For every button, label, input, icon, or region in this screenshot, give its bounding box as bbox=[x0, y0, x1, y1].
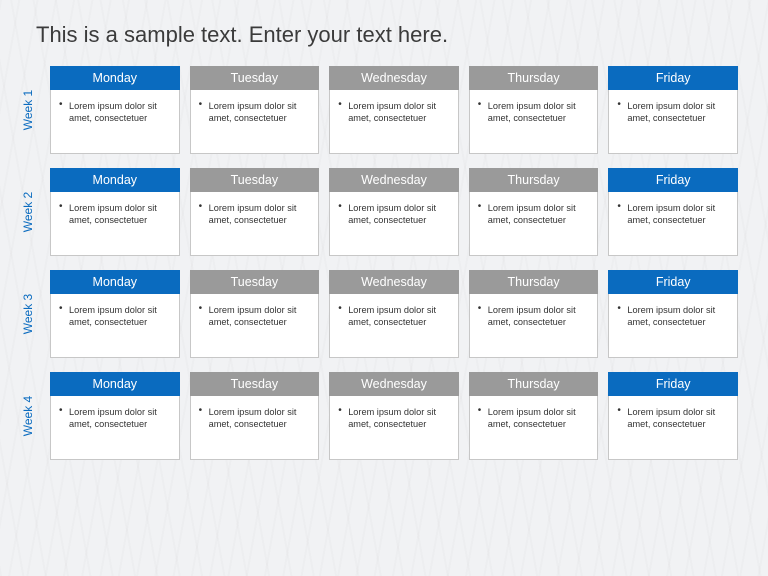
week3-wednesday: Wednesday Lorem ipsum dolor sit amet, co… bbox=[329, 270, 459, 358]
day-text: Lorem ipsum dolor sit amet, consectetuer bbox=[209, 406, 311, 431]
week-row-2: Week 2 Monday Lorem ipsum dolor sit amet… bbox=[50, 168, 738, 256]
day-body: Lorem ipsum dolor sit amet, consectetuer bbox=[329, 396, 459, 460]
day-header: Wednesday bbox=[329, 372, 459, 396]
day-text: Lorem ipsum dolor sit amet, consectetuer bbox=[627, 202, 729, 227]
day-body: Lorem ipsum dolor sit amet, consectetuer bbox=[608, 90, 738, 154]
day-header: Friday bbox=[608, 66, 738, 90]
day-text: Lorem ipsum dolor sit amet, consectetuer bbox=[69, 202, 171, 227]
day-body: Lorem ipsum dolor sit amet, consectetuer bbox=[50, 192, 180, 256]
day-text: Lorem ipsum dolor sit amet, consectetuer bbox=[348, 304, 450, 329]
day-body: Lorem ipsum dolor sit amet, consectetuer bbox=[329, 294, 459, 358]
week3-monday: Monday Lorem ipsum dolor sit amet, conse… bbox=[50, 270, 180, 358]
week2-tuesday: Tuesday Lorem ipsum dolor sit amet, cons… bbox=[190, 168, 320, 256]
day-text: Lorem ipsum dolor sit amet, consectetuer bbox=[348, 202, 450, 227]
day-text: Lorem ipsum dolor sit amet, consectetuer bbox=[488, 202, 590, 227]
day-header: Tuesday bbox=[190, 270, 320, 294]
day-text: Lorem ipsum dolor sit amet, consectetuer bbox=[627, 100, 729, 125]
day-text: Lorem ipsum dolor sit amet, consectetuer bbox=[69, 100, 171, 125]
day-body: Lorem ipsum dolor sit amet, consectetuer bbox=[608, 396, 738, 460]
day-body: Lorem ipsum dolor sit amet, consectetuer bbox=[329, 90, 459, 154]
week2-thursday: Thursday Lorem ipsum dolor sit amet, con… bbox=[469, 168, 599, 256]
week3-thursday: Thursday Lorem ipsum dolor sit amet, con… bbox=[469, 270, 599, 358]
slide-page: This is a sample text. Enter your text h… bbox=[0, 0, 768, 576]
day-text: Lorem ipsum dolor sit amet, consectetuer bbox=[69, 406, 171, 431]
day-header: Thursday bbox=[469, 372, 599, 396]
day-header: Wednesday bbox=[329, 66, 459, 90]
day-text: Lorem ipsum dolor sit amet, consectetuer bbox=[627, 406, 729, 431]
week1-wednesday: Wednesday Lorem ipsum dolor sit amet, co… bbox=[329, 66, 459, 154]
day-body: Lorem ipsum dolor sit amet, consectetuer bbox=[608, 192, 738, 256]
day-header: Tuesday bbox=[190, 372, 320, 396]
day-header: Monday bbox=[50, 270, 180, 294]
day-header: Monday bbox=[50, 372, 180, 396]
day-header: Tuesday bbox=[190, 168, 320, 192]
week3-friday: Friday Lorem ipsum dolor sit amet, conse… bbox=[608, 270, 738, 358]
day-text: Lorem ipsum dolor sit amet, consectetuer bbox=[209, 100, 311, 125]
day-text: Lorem ipsum dolor sit amet, consectetuer bbox=[627, 304, 729, 329]
day-header: Tuesday bbox=[190, 66, 320, 90]
week-row-3: Week 3 Monday Lorem ipsum dolor sit amet… bbox=[50, 270, 738, 358]
day-header: Friday bbox=[608, 168, 738, 192]
week4-wednesday: Wednesday Lorem ipsum dolor sit amet, co… bbox=[329, 372, 459, 460]
week2-friday: Friday Lorem ipsum dolor sit amet, conse… bbox=[608, 168, 738, 256]
day-text: Lorem ipsum dolor sit amet, consectetuer bbox=[348, 406, 450, 431]
day-text: Lorem ipsum dolor sit amet, consectetuer bbox=[209, 304, 311, 329]
day-text: Lorem ipsum dolor sit amet, consectetuer bbox=[488, 100, 590, 125]
day-text: Lorem ipsum dolor sit amet, consectetuer bbox=[69, 304, 171, 329]
day-header: Friday bbox=[608, 372, 738, 396]
day-header: Wednesday bbox=[329, 168, 459, 192]
week4-tuesday: Tuesday Lorem ipsum dolor sit amet, cons… bbox=[190, 372, 320, 460]
week2-monday: Monday Lorem ipsum dolor sit amet, conse… bbox=[50, 168, 180, 256]
day-header: Thursday bbox=[469, 66, 599, 90]
day-body: Lorem ipsum dolor sit amet, consectetuer bbox=[50, 396, 180, 460]
day-body: Lorem ipsum dolor sit amet, consectetuer bbox=[190, 192, 320, 256]
day-text: Lorem ipsum dolor sit amet, consectetuer bbox=[488, 304, 590, 329]
day-body: Lorem ipsum dolor sit amet, consectetuer bbox=[608, 294, 738, 358]
day-body: Lorem ipsum dolor sit amet, consectetuer bbox=[469, 396, 599, 460]
week-label-3: Week 3 bbox=[21, 284, 35, 344]
week-label-4: Week 4 bbox=[21, 386, 35, 446]
day-body: Lorem ipsum dolor sit amet, consectetuer bbox=[190, 90, 320, 154]
day-text: Lorem ipsum dolor sit amet, consectetuer bbox=[209, 202, 311, 227]
day-body: Lorem ipsum dolor sit amet, consectetuer bbox=[50, 90, 180, 154]
day-header: Monday bbox=[50, 66, 180, 90]
day-header: Monday bbox=[50, 168, 180, 192]
week-row-4: Week 4 Monday Lorem ipsum dolor sit amet… bbox=[50, 372, 738, 460]
day-body: Lorem ipsum dolor sit amet, consectetuer bbox=[469, 192, 599, 256]
week4-thursday: Thursday Lorem ipsum dolor sit amet, con… bbox=[469, 372, 599, 460]
day-header: Wednesday bbox=[329, 270, 459, 294]
week4-friday: Friday Lorem ipsum dolor sit amet, conse… bbox=[608, 372, 738, 460]
day-header: Thursday bbox=[469, 168, 599, 192]
weeks-container: Week 1 Monday Lorem ipsum dolor sit amet… bbox=[50, 66, 738, 460]
week1-friday: Friday Lorem ipsum dolor sit amet, conse… bbox=[608, 66, 738, 154]
day-header: Thursday bbox=[469, 270, 599, 294]
week1-thursday: Thursday Lorem ipsum dolor sit amet, con… bbox=[469, 66, 599, 154]
day-body: Lorem ipsum dolor sit amet, consectetuer bbox=[329, 192, 459, 256]
day-body: Lorem ipsum dolor sit amet, consectetuer bbox=[469, 90, 599, 154]
page-title: This is a sample text. Enter your text h… bbox=[36, 22, 738, 48]
week-label-2: Week 2 bbox=[21, 182, 35, 242]
day-text: Lorem ipsum dolor sit amet, consectetuer bbox=[348, 100, 450, 125]
week-row-1: Week 1 Monday Lorem ipsum dolor sit amet… bbox=[50, 66, 738, 154]
week4-monday: Monday Lorem ipsum dolor sit amet, conse… bbox=[50, 372, 180, 460]
day-text: Lorem ipsum dolor sit amet, consectetuer bbox=[488, 406, 590, 431]
week1-tuesday: Tuesday Lorem ipsum dolor sit amet, cons… bbox=[190, 66, 320, 154]
week2-wednesday: Wednesday Lorem ipsum dolor sit amet, co… bbox=[329, 168, 459, 256]
week1-monday: Monday Lorem ipsum dolor sit amet, conse… bbox=[50, 66, 180, 154]
week-label-1: Week 1 bbox=[21, 80, 35, 140]
week3-tuesday: Tuesday Lorem ipsum dolor sit amet, cons… bbox=[190, 270, 320, 358]
day-body: Lorem ipsum dolor sit amet, consectetuer bbox=[469, 294, 599, 358]
day-header: Friday bbox=[608, 270, 738, 294]
day-body: Lorem ipsum dolor sit amet, consectetuer bbox=[50, 294, 180, 358]
day-body: Lorem ipsum dolor sit amet, consectetuer bbox=[190, 396, 320, 460]
day-body: Lorem ipsum dolor sit amet, consectetuer bbox=[190, 294, 320, 358]
